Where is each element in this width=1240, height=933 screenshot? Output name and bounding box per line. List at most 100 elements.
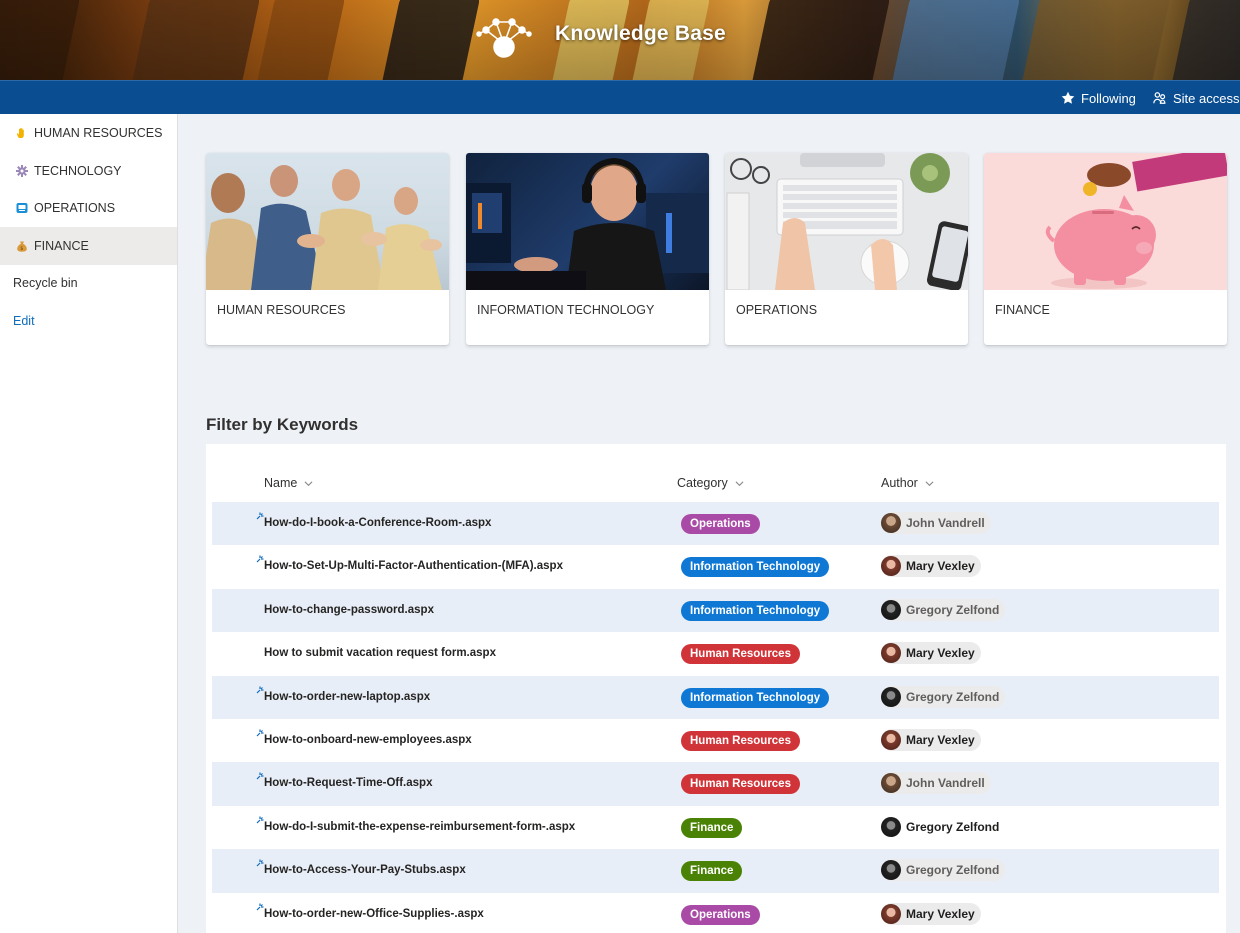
new-item-icon [256, 903, 264, 911]
chevron-down-icon [735, 480, 744, 486]
table-row[interactable]: How to submit vacation request form.aspx… [212, 632, 1219, 675]
column-header-label: Name [264, 476, 298, 490]
author-name: John Vandrell [906, 516, 985, 530]
category-pill[interactable]: Finance [681, 861, 743, 882]
category-pill[interactable]: Information Technology [681, 600, 830, 621]
document-name-link[interactable]: How-to-Access-Your-Pay-Stubs.aspx [264, 864, 466, 876]
new-item-icon [256, 816, 264, 824]
keyboard-desk-image [725, 153, 968, 290]
card-title: FINANCE [995, 303, 1050, 317]
author-persona[interactable]: Gregory Zelfond [881, 598, 1006, 621]
nav-item-label: OPERATIONS [34, 201, 116, 216]
card-human-resources[interactable]: HUMAN RESOURCES [206, 153, 449, 345]
card-operations[interactable]: OPERATIONS [725, 153, 968, 345]
edit-nav-link[interactable]: Edit [0, 302, 177, 340]
new-item-icon [256, 859, 264, 867]
column-header-label: Category [677, 476, 728, 490]
author-persona[interactable]: Mary Vexley [881, 729, 981, 751]
author-name: Gregory Zelfond [906, 689, 1000, 704]
gear-icon [16, 164, 28, 177]
author-persona[interactable]: John Vandrell [881, 512, 991, 534]
author-persona[interactable]: Gregory Zelfond [881, 816, 1005, 838]
svg-text:$: $ [20, 246, 23, 252]
money-bag-icon: $ [17, 241, 27, 252]
document-name-link[interactable]: How-to-change-password.aspx [264, 604, 434, 616]
author-name: Gregory Zelfond [906, 819, 1000, 834]
person-with-headset-image [466, 153, 709, 290]
column-header-author[interactable]: Author [881, 476, 934, 490]
nav-item-finance[interactable]: $ FINANCE [0, 227, 177, 265]
avatar [881, 556, 901, 577]
table-row[interactable]: How-to-order-new-laptop.aspx Information… [212, 675, 1219, 719]
author-persona[interactable]: Mary Vexley [881, 555, 981, 578]
author-name: Gregory Zelfond [906, 863, 1000, 878]
site-logo-icon[interactable] [474, 14, 534, 62]
table-row[interactable]: How-do-I-submit-the-expense-reimbursemen… [212, 806, 1219, 849]
applauding-people-image [206, 153, 449, 290]
table-row[interactable]: How-to-Set-Up-Multi-Factor-Authenticatio… [212, 545, 1219, 588]
author-persona[interactable]: Mary Vexley [881, 902, 981, 925]
table-row[interactable]: How-to-Request-Time-Off.aspx Human Resou… [212, 762, 1219, 806]
command-bar: Following Site access [0, 80, 1240, 114]
avatar [881, 816, 901, 837]
column-header-category[interactable]: Category [677, 476, 744, 490]
author-persona[interactable]: Mary Vexley [881, 642, 981, 665]
column-header-name[interactable]: Name [264, 476, 313, 490]
avatar [881, 860, 901, 881]
nav-item-human-resources[interactable]: HUMAN RESOURCES [0, 115, 177, 153]
card-title: INFORMATION TECHNOLOGY [477, 303, 655, 317]
site-access-label: Site access [1173, 90, 1240, 106]
chevron-down-icon [925, 480, 934, 486]
nav-item-operations[interactable]: OPERATIONS [0, 190, 177, 228]
document-name-link[interactable]: How-to-onboard-new-employees.aspx [264, 734, 472, 746]
left-navigation: HUMAN RESOURCES TECHNOLOGY OPERATIONS $ … [0, 114, 178, 933]
table-row[interactable]: How-to-Access-Your-Pay-Stubs.aspx Financ… [212, 849, 1219, 893]
category-pill[interactable]: Finance [681, 817, 743, 838]
category-pill[interactable]: Human Resources [681, 644, 800, 665]
column-header-label: Author [881, 476, 918, 490]
people-icon [1153, 92, 1166, 104]
document-name-link[interactable]: How-to-order-new-Office-Supplies-.aspx [264, 908, 484, 920]
nav-item-label: FINANCE [34, 238, 89, 253]
piggy-bank-image [984, 153, 1227, 290]
card-finance[interactable]: FINANCE [984, 153, 1227, 345]
category-pill[interactable]: Human Resources [681, 731, 800, 751]
new-item-icon [256, 512, 264, 520]
document-name-link[interactable]: How to submit vacation request form.aspx [264, 647, 496, 659]
site-access-button[interactable]: Site access [1153, 81, 1239, 115]
author-name: Mary Vexley [906, 559, 975, 574]
category-pill[interactable]: Operations [681, 904, 760, 925]
table-row[interactable]: How-to-order-new-Office-Supplies-.aspx O… [212, 893, 1219, 933]
table-row[interactable]: How-to-change-password.aspx Information … [212, 588, 1219, 633]
document-name-link[interactable]: How-do-I-submit-the-expense-reimbursemen… [264, 821, 575, 833]
avatar [881, 903, 901, 924]
author-name: Mary Vexley [906, 733, 975, 747]
avatar [881, 599, 901, 620]
author-persona[interactable]: Gregory Zelfond [881, 859, 1006, 882]
avatar [881, 730, 901, 750]
table-row[interactable]: How-to-onboard-new-employees.aspx Human … [212, 719, 1219, 762]
category-pill[interactable]: Information Technology [681, 557, 830, 578]
site-title[interactable]: Knowledge Base [555, 22, 726, 46]
category-pill[interactable]: Information Technology [681, 687, 830, 708]
recycle-bin-link[interactable]: Recycle bin [0, 265, 177, 303]
card-information-technology[interactable]: INFORMATION TECHNOLOGY [466, 153, 709, 345]
document-name-link[interactable]: How-to-Set-Up-Multi-Factor-Authenticatio… [264, 560, 563, 572]
category-pill[interactable]: Operations [681, 514, 760, 534]
author-persona[interactable]: John Vandrell [881, 772, 991, 795]
category-pill[interactable]: Human Resources [681, 774, 800, 795]
document-name-link[interactable]: How-do-I-book-a-Conference-Room-.aspx [264, 517, 491, 529]
documents-list: Name Category Author How-do-I-book-a-Con… [206, 444, 1226, 933]
chevron-down-icon [304, 480, 313, 486]
nav-item-technology[interactable]: TECHNOLOGY [0, 152, 177, 190]
table-row[interactable]: How-do-I-book-a-Conference-Room-.aspx Op… [212, 502, 1219, 546]
author-persona[interactable]: Gregory Zelfond [881, 685, 1006, 708]
document-name-link[interactable]: How-to-order-new-laptop.aspx [264, 691, 430, 703]
following-button[interactable]: Following [1061, 81, 1136, 115]
document-name-link[interactable]: How-to-Request-Time-Off.aspx [264, 777, 432, 789]
avatar [881, 513, 901, 533]
new-item-icon [256, 555, 264, 563]
main-content: HUMAN RESOURCES INFORMATION TECHNOLOGY O… [178, 114, 1240, 933]
hand-icon [17, 128, 24, 139]
author-name: Gregory Zelfond [906, 602, 1000, 617]
